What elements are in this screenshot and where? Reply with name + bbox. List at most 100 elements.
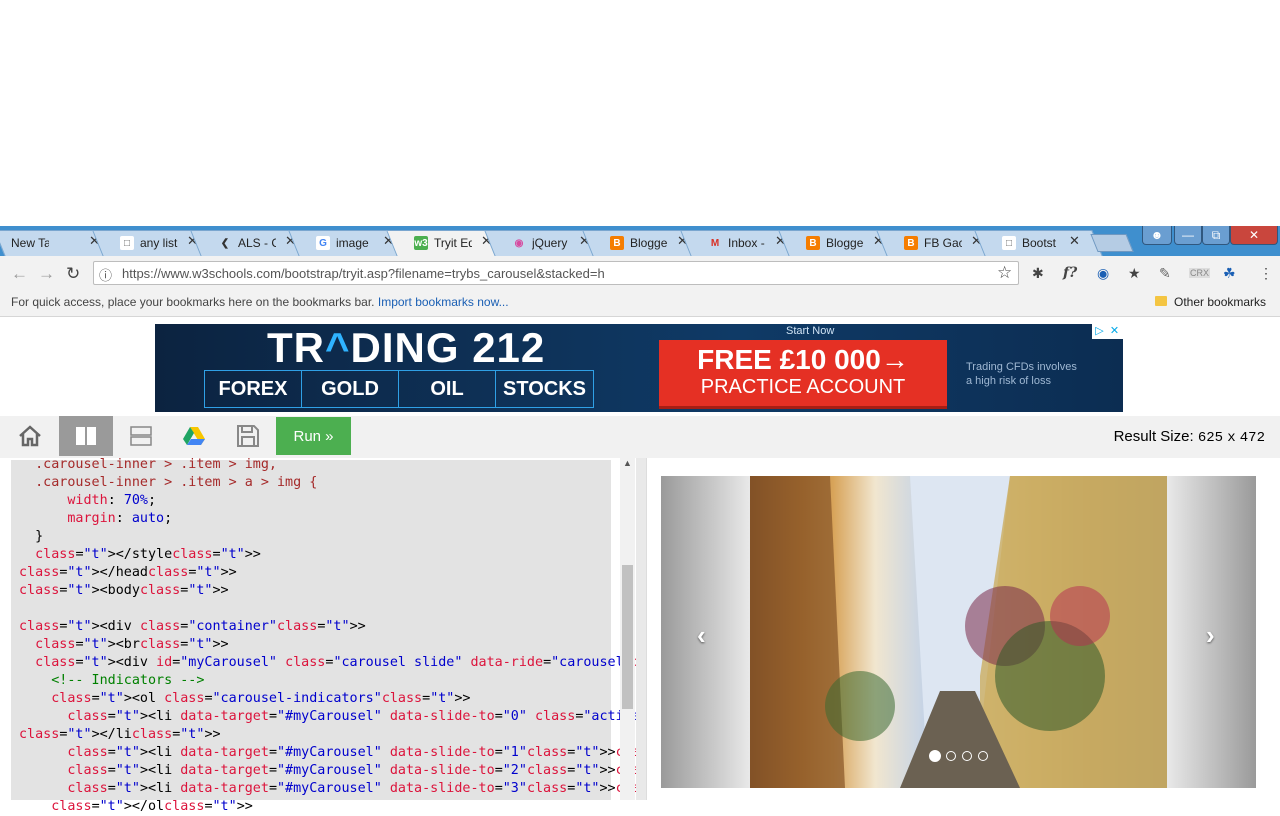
bookmarks-hint-text: For quick access, place your bookmarks h… (11, 295, 375, 309)
gmail-icon: M (710, 237, 720, 249)
back-arrow-icon[interactable]: ← (11, 264, 28, 284)
other-bookmarks-button[interactable]: Other bookmarks (1174, 295, 1266, 309)
tab-content[interactable]: B FB Gac (904, 230, 962, 256)
bookmark-star-icon[interactable]: ☆ (997, 263, 1012, 283)
tab-content[interactable]: B Blogge (806, 230, 864, 256)
tab-title: any list (140, 236, 178, 250)
tab-title: Bootst (1022, 236, 1057, 250)
ad-cta-line1: FREE £10 000→ (697, 344, 909, 375)
google-drive-button[interactable] (167, 416, 221, 456)
home-icon (19, 425, 41, 447)
minimize-button[interactable]: — (1174, 226, 1202, 245)
extension-crx-icon[interactable]: CRX (1189, 268, 1211, 278)
new-tab-button[interactable] (1090, 234, 1134, 252)
tab-content[interactable]: New Tab (11, 230, 49, 256)
home-button[interactable] (3, 416, 57, 456)
code-scrollbar-thumb[interactable] (622, 565, 633, 709)
carousel-prev-button[interactable]: ‹ (697, 620, 706, 651)
result-size-label: Result Size: (1113, 428, 1194, 445)
tab-title: Inbox - (728, 236, 765, 250)
ad-start-now[interactable]: Start Now (786, 325, 834, 337)
ad-brand-part: TR (267, 324, 325, 371)
carousel-next-button[interactable]: › (1206, 620, 1215, 651)
profile-button[interactable]: ☻ (1142, 226, 1172, 245)
als-icon: ❮ (220, 237, 230, 249)
ad-market-gold[interactable]: GOLD (301, 370, 399, 408)
extension-f-icon[interactable]: f? (1063, 265, 1077, 281)
tab-content[interactable]: Gimage (316, 230, 374, 256)
tab-content[interactable]: B Blogge (610, 230, 668, 256)
rows-icon (130, 426, 152, 446)
alley-photo (750, 476, 1167, 788)
page-icon: □ (120, 236, 134, 250)
blogger-icon: B (610, 236, 624, 250)
ad-brand-logo: TR^DING 212 (267, 324, 545, 372)
blogger-icon: B (904, 236, 918, 250)
save-button[interactable] (221, 416, 275, 456)
carousel-indicator[interactable] (978, 751, 988, 761)
tab-title: Blogge (630, 236, 668, 250)
save-icon (237, 425, 259, 447)
panel-divider[interactable] (636, 458, 646, 800)
columns-icon (76, 427, 96, 445)
folder-icon (1155, 296, 1167, 306)
menu-icon[interactable]: ⋮ (1259, 265, 1273, 282)
jquery-icon: ◉ (514, 237, 524, 249)
forward-arrow-icon[interactable]: → (38, 264, 55, 284)
ad-brand-caret: ^ (325, 324, 351, 371)
ad-market-stocks[interactable]: STOCKS (495, 370, 594, 408)
run-button[interactable]: Run » (276, 417, 351, 455)
tab-content[interactable]: ❮ ALS - C (218, 230, 276, 256)
tab-content[interactable]: ◉ jQuery (512, 230, 570, 256)
restore-button[interactable]: ⧉ (1202, 226, 1230, 245)
layout-rows-button[interactable] (114, 416, 168, 456)
close-window-button[interactable]: ✕ (1230, 226, 1278, 245)
url-text[interactable]: https://www.w3schools.com/bootstrap/tryi… (122, 266, 605, 281)
layout-columns-button[interactable] (59, 416, 113, 456)
ad-market-forex[interactable]: FOREX (204, 370, 302, 408)
tab-title: FB Gac (924, 236, 962, 250)
extension-pencil-icon[interactable]: ✎ (1159, 265, 1171, 282)
carousel-indicator[interactable] (962, 751, 972, 761)
profile-icon: ☻ (1150, 228, 1164, 242)
ad-risk-warning: Trading CFDs involves a high risk of los… (966, 361, 1077, 387)
ad-cta-button[interactable]: FREE £10 000→ PRACTICE ACCOUNT (659, 340, 947, 409)
tab-title: Tryit Ed (434, 236, 472, 250)
close-icon: ✕ (1248, 228, 1260, 242)
tab-content[interactable]: □ any list (120, 230, 178, 256)
result-height: 472 (1239, 430, 1265, 446)
google-drive-icon (183, 427, 205, 445)
bookmarks-hint: For quick access, place your bookmarks h… (11, 295, 509, 309)
tab-title: jQuery (532, 236, 568, 250)
ad-brand-part: DING 212 (350, 324, 546, 371)
carousel-indicator[interactable] (946, 751, 956, 761)
scroll-up-icon[interactable]: ▲ (623, 458, 632, 468)
tab-content[interactable]: w3 Tryit Ed (414, 230, 472, 256)
result-x: x (1227, 430, 1236, 446)
blogger-icon: B (806, 236, 820, 250)
info-icon[interactable]: ⓘ (99, 265, 112, 284)
carousel-indicator[interactable] (929, 750, 941, 762)
tab-title: Blogge (826, 236, 864, 250)
tab-content[interactable]: □ Bootst (1002, 230, 1060, 256)
ad-close-icon: ✕ (1109, 325, 1120, 337)
tab-close-icon[interactable]: ✕ (1069, 233, 1080, 249)
minimize-icon: — (1182, 228, 1194, 242)
import-bookmarks-link[interactable]: Import bookmarks now... (378, 295, 509, 309)
tab-title: image (336, 236, 369, 250)
google-icon: G (316, 236, 330, 250)
ad-market-oil[interactable]: OIL (398, 370, 496, 408)
result-width: 625 (1197, 430, 1224, 446)
page-icon: □ (1002, 236, 1016, 250)
reload-icon[interactable]: ↻ (66, 264, 80, 284)
extension-bug-icon[interactable]: ★ (1128, 265, 1141, 282)
tab-content[interactable]: M Inbox - (708, 230, 766, 256)
tab-title: New Tab (11, 236, 49, 250)
extension-paw-icon[interactable]: ☘ (1223, 265, 1236, 282)
result-size: Result Size: 625 x 472 (1114, 428, 1265, 446)
ad-choices[interactable]: ▷ ✕ (1092, 324, 1123, 339)
ad-choices-icon: ▷ (1095, 325, 1104, 337)
extension-puzzle-icon[interactable]: ✱ (1032, 265, 1044, 282)
extension-globe-icon[interactable]: ◉ (1097, 265, 1109, 282)
restore-icon: ⧉ (1211, 227, 1221, 242)
